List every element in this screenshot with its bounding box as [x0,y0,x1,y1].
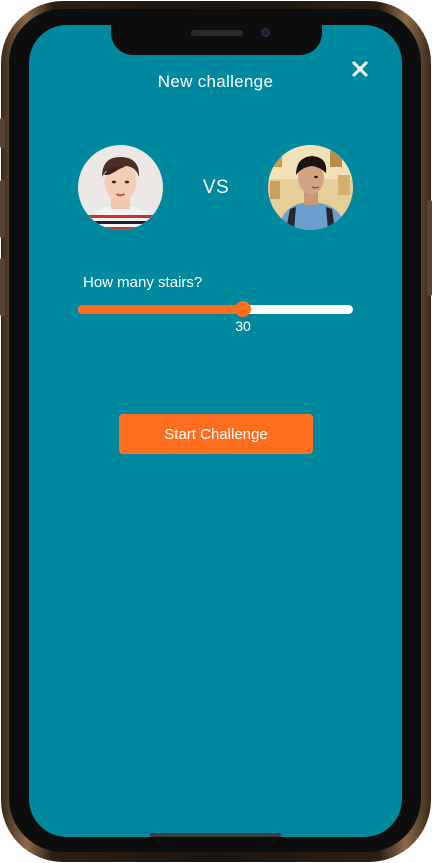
stairs-label: How many stairs? [83,274,203,291]
home-indicator [150,833,281,837]
front-camera [261,28,270,37]
volume-up-button [0,180,5,238]
power-button [427,200,432,296]
stairs-value: 30 [235,318,251,334]
player-left-avatar[interactable] [78,145,163,230]
notch [111,25,322,55]
close-button[interactable] [348,57,372,81]
slider-fill [78,305,243,314]
app-screen: New challenge VS How many stairs? 30 Sta… [29,25,402,837]
page-title: New challenge [157,72,274,91]
avatar-photo [268,145,353,230]
volume-down-button [0,258,5,316]
stairs-slider[interactable] [78,301,353,317]
close-icon [352,61,368,77]
avatar-photo [78,145,163,230]
vs-label: VS [202,177,230,198]
start-challenge-button[interactable]: Start Challenge [119,414,313,454]
speaker-grille [191,30,243,36]
slider-thumb[interactable] [235,301,251,317]
mute-switch [0,118,5,148]
player-right-avatar[interactable] [268,145,353,230]
